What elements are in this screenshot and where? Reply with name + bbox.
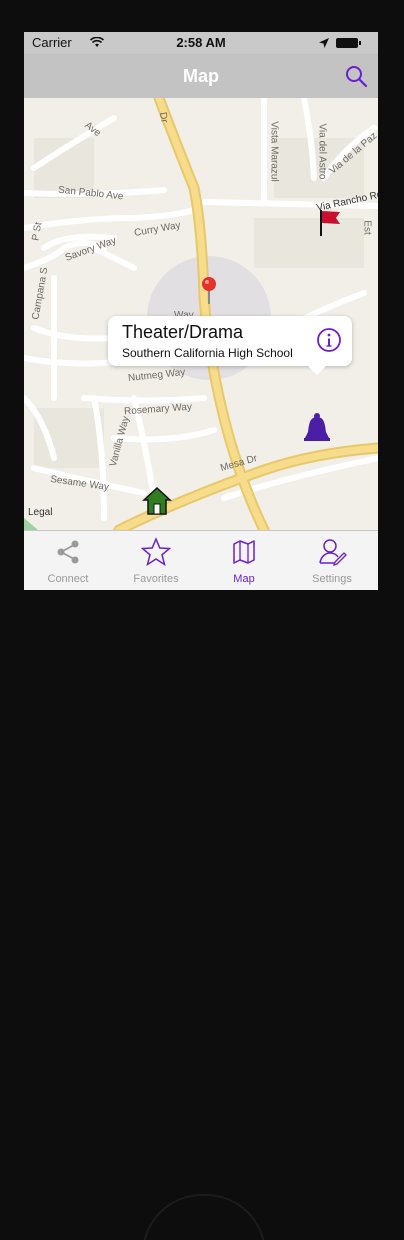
callout-subtitle: Southern California High School [122, 346, 293, 360]
status-bar: Carrier 2:58 AM [24, 32, 378, 54]
tab-connect[interactable]: Connect [24, 531, 112, 590]
tab-bar: Connect Favorites Map Settings [24, 530, 378, 590]
tab-label: Map [233, 573, 255, 585]
page-title: Map [183, 66, 219, 86]
share-icon [57, 540, 79, 564]
tab-settings[interactable]: Settings [288, 531, 376, 590]
map-annotation-callout[interactable]: Theater/Drama Southern California High S… [108, 316, 352, 375]
street-label: Vista Marazul [268, 121, 280, 182]
map-view[interactable]: Ave Dr Vista Marazul Via del Astro Via d… [24, 98, 378, 530]
device-top-bezel [0, 0, 404, 32]
street-label: Via del Astro [316, 123, 328, 180]
tab-favorites[interactable]: Favorites [112, 531, 200, 590]
home-button-arc [142, 1194, 266, 1240]
map-icon [233, 540, 255, 564]
tab-map[interactable]: Map [200, 531, 288, 590]
app-screen: Carrier 2:58 AM Map Ave Dr Vista Marazul… [24, 32, 378, 590]
battery-icon [336, 38, 361, 48]
red-pin-icon[interactable] [200, 276, 218, 306]
tab-label: Connect [47, 573, 89, 585]
info-icon[interactable] [316, 327, 342, 353]
street-label: Dr [156, 111, 170, 124]
bell-marker-icon[interactable] [302, 412, 332, 444]
street-label: Est [361, 220, 373, 235]
navigation-bar: Map [24, 54, 378, 98]
callout-title: Theater/Drama [122, 322, 244, 342]
tab-label: Favorites [133, 573, 179, 585]
home-marker-icon[interactable] [142, 486, 172, 516]
user-settings-icon [319, 539, 347, 567]
search-icon[interactable] [344, 64, 370, 90]
location-arrow-icon [319, 38, 329, 48]
flag-marker-icon[interactable] [318, 208, 344, 238]
map-legal-link[interactable]: Legal [28, 507, 52, 518]
star-icon [141, 537, 171, 567]
tab-label: Settings [312, 573, 352, 585]
device-bottom-bezel [0, 590, 404, 1240]
